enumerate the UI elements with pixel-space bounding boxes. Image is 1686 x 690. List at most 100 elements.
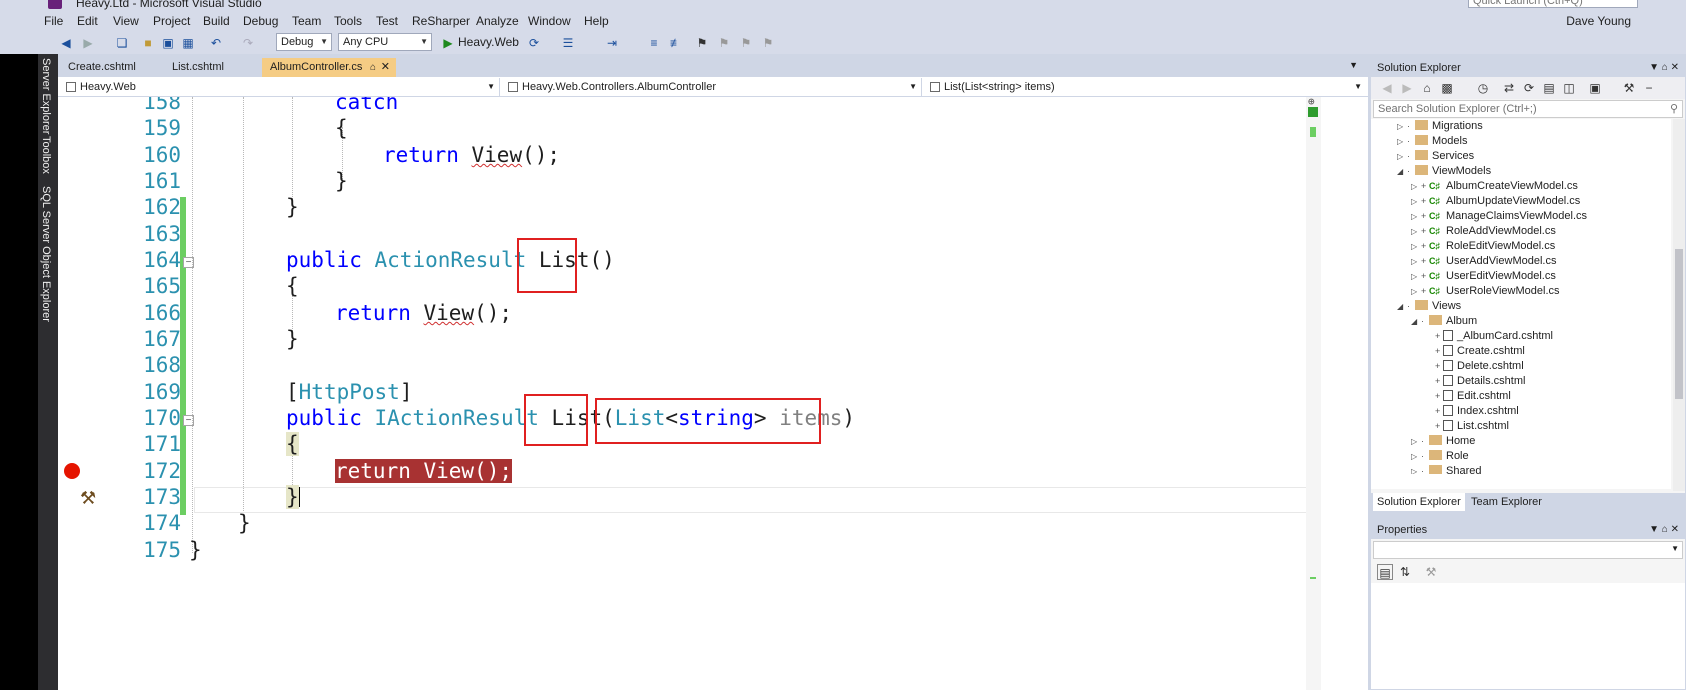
expand-icon[interactable]: ▷ <box>1411 464 1421 474</box>
editor-vertical-scrollbar[interactable]: ⊕ <box>1306 97 1321 690</box>
toolbox-tab[interactable]: Toolbox <box>40 136 52 174</box>
tab-list-cshtml[interactable]: List.cshtml <box>164 58 248 77</box>
pending-changes-icon[interactable]: ◷ <box>1475 80 1491 96</box>
expand-icon[interactable]: ▷ <box>1411 179 1421 194</box>
menu-team[interactable]: Team <box>292 14 321 28</box>
sync-icon[interactable]: ⇄ <box>1501 80 1517 96</box>
menu-view[interactable]: View <box>113 14 139 28</box>
back-icon[interactable]: ◀ <box>1379 80 1395 96</box>
solution-platform-select[interactable]: Any CPU ▼ <box>338 33 432 51</box>
tree-item-usereditviewmodel[interactable]: ▷ + C♯ UserEditViewModel.cs <box>1411 269 1556 284</box>
browser-link-icon[interactable]: ☰ <box>560 35 576 51</box>
preview-selected-icon[interactable]: ▣ <box>1587 80 1603 96</box>
redo-icon[interactable]: ↷ <box>240 35 256 51</box>
menu-edit[interactable]: Edit <box>77 14 98 28</box>
menu-resharper[interactable]: ReSharper <box>412 14 470 28</box>
tab-albumcontroller-cs[interactable]: AlbumController.cs ⌂ ✕ <box>262 58 396 77</box>
expand-icon[interactable]: ▷ <box>1411 194 1421 209</box>
tab-solution-explorer[interactable]: Solution Explorer <box>1373 493 1465 511</box>
tree-item-migrations[interactable]: ▷ · Migrations <box>1397 119 1483 134</box>
collapse-icon[interactable]: ◢ <box>1397 299 1407 314</box>
user-name[interactable]: Dave Young <box>1566 14 1631 28</box>
undo-icon[interactable]: ↶ <box>208 35 224 51</box>
solution-tree[interactable]: ▷ · Migrations ▷ · Models ▷ · Services ◢ · ViewM… <box>1371 119 1671 489</box>
previous-bookmark-icon[interactable]: ⚑ <box>716 35 732 51</box>
tree-item-details-cshtml[interactable]: + Details.cshtml <box>1435 374 1525 389</box>
solution-explorer-search-input[interactable]: Search Solution Explorer (Ctrl+;) ⚲ <box>1373 100 1683 118</box>
alphabetical-icon[interactable]: ⇅ <box>1397 564 1413 580</box>
breakpoint-icon[interactable] <box>64 463 80 479</box>
close-icon[interactable]: ✕ <box>381 58 390 77</box>
uncomment-icon[interactable]: ≢ <box>668 35 684 51</box>
scrollbar-thumb[interactable] <box>1675 249 1683 399</box>
collapse-icon[interactable]: ◢ <box>1411 314 1421 329</box>
tab-team-explorer[interactable]: Team Explorer <box>1467 493 1546 511</box>
tree-item-viewmodels[interactable]: ◢ · ViewModels <box>1397 164 1491 179</box>
expand-icon[interactable]: ▷ <box>1411 449 1421 464</box>
comment-out-icon[interactable]: ≡ <box>646 35 662 51</box>
properties-wrench-icon[interactable]: ⚒ <box>1621 80 1637 96</box>
refresh-icon[interactable]: ⟳ <box>1521 80 1537 96</box>
tree-item-delete-cshtml[interactable]: + Delete.cshtml <box>1435 359 1524 374</box>
panel-window-buttons[interactable]: ▼ ⌂ ✕ <box>1649 521 1679 539</box>
expand-icon[interactable]: ▷ <box>1411 254 1421 269</box>
menu-debug[interactable]: Debug <box>243 14 278 28</box>
properties-object-select[interactable]: ▼ <box>1373 541 1683 559</box>
panel-window-buttons[interactable]: ▼ ⌂ ✕ <box>1649 59 1679 77</box>
refresh-icon[interactable]: ⟳ <box>526 35 542 51</box>
property-pages-wrench-icon[interactable]: ⚒ <box>1423 564 1439 580</box>
search-icon[interactable]: ⚲ <box>1670 101 1678 117</box>
tree-item-index-cshtml[interactable]: + Index.cshtml <box>1435 404 1519 419</box>
tab-create-cshtml[interactable]: Create.cshtml <box>60 58 158 77</box>
expand-icon[interactable]: ▷ <box>1411 224 1421 239</box>
show-all-files-icon[interactable]: ◫ <box>1561 80 1577 96</box>
tree-item-manageclaimsviewmodel[interactable]: ▷ + C♯ ManageClaimsViewModel.cs <box>1411 209 1587 224</box>
code-editor[interactable]: 158 159 160 161 162 163 164 165 166 167 … <box>58 97 1368 690</box>
new-project-icon[interactable]: ❏ <box>114 35 130 51</box>
collapse-all-icon[interactable]: ▤ <box>1541 80 1557 96</box>
start-debugging-icon[interactable]: ▶ <box>440 35 456 51</box>
expand-icon[interactable]: ▷ <box>1397 149 1407 164</box>
expand-icon[interactable]: ▷ <box>1411 239 1421 254</box>
clear-bookmarks-icon[interactable]: ⚑ <box>760 35 776 51</box>
save-icon[interactable]: ▣ <box>160 35 176 51</box>
bookmark-icon[interactable]: ⚑ <box>694 35 710 51</box>
tree-item-home[interactable]: ▷ · Home <box>1411 434 1475 449</box>
tree-item-services[interactable]: ▷ · Services <box>1397 149 1474 164</box>
project-dropdown[interactable]: Heavy.Web ▼ <box>62 78 500 96</box>
tree-item-albumcard-cshtml[interactable]: + _AlbumCard.cshtml <box>1435 329 1553 344</box>
tree-item-roleeditviewmodel[interactable]: ▷ + C♯ RoleEditViewModel.cs <box>1411 239 1555 254</box>
menu-window[interactable]: Window <box>528 14 571 28</box>
home-icon[interactable]: ⌂ <box>1419 80 1435 96</box>
expand-icon[interactable]: ▷ <box>1411 209 1421 224</box>
tree-item-album[interactable]: ◢ · Album <box>1411 314 1477 329</box>
tab-overflow-chevron-down-icon[interactable]: ▼ <box>1349 60 1358 70</box>
solution-configuration-select[interactable]: Debug ▼ <box>276 33 332 51</box>
expand-icon[interactable]: ▷ <box>1411 284 1421 299</box>
menu-help[interactable]: Help <box>584 14 609 28</box>
menu-analyze[interactable]: Analyze <box>476 14 519 28</box>
open-folder-icon[interactable]: ■ <box>140 35 156 51</box>
menu-tools[interactable]: Tools <box>334 14 362 28</box>
tree-item-albumcreateviewmodel[interactable]: ▷ + C♯ AlbumCreateViewModel.cs <box>1411 179 1578 194</box>
tree-item-views[interactable]: ◢ · Views <box>1397 299 1461 314</box>
tree-item-list-cshtml[interactable]: + List.cshtml <box>1435 419 1509 434</box>
expand-icon[interactable]: ▷ <box>1411 269 1421 284</box>
step-into-icon[interactable]: ⇥ <box>604 35 620 51</box>
tree-item-roleaddviewmodel[interactable]: ▷ + C♯ RoleAddViewModel.cs <box>1411 224 1556 239</box>
tree-item-role[interactable]: ▷ · Role <box>1411 449 1469 464</box>
next-bookmark-icon[interactable]: ⚑ <box>738 35 754 51</box>
pin-icon[interactable]: ⌂ <box>370 58 376 77</box>
minus-icon[interactable]: − <box>1641 80 1657 96</box>
menu-test[interactable]: Test <box>376 14 398 28</box>
save-all-icon[interactable]: ▦ <box>180 35 196 51</box>
quick-actions-hammer-icon[interactable]: ⚒ <box>80 488 96 509</box>
tree-item-userroleviewmodel[interactable]: ▷ + C♯ UserRoleViewModel.cs <box>1411 284 1560 299</box>
tree-item-edit-cshtml[interactable]: + Edit.cshtml <box>1435 389 1511 404</box>
menu-file[interactable]: File <box>44 14 63 28</box>
sql-server-object-explorer-tab[interactable]: SQL Server Object Explorer <box>40 186 52 322</box>
start-target-label[interactable]: Heavy.Web <box>458 35 519 49</box>
editor-gutter[interactable]: 158 159 160 161 162 163 164 165 166 167 … <box>58 97 188 690</box>
tree-item-create-cshtml[interactable]: + Create.cshtml <box>1435 344 1525 359</box>
type-dropdown[interactable]: Heavy.Web.Controllers.AlbumController ▼ <box>504 78 922 96</box>
